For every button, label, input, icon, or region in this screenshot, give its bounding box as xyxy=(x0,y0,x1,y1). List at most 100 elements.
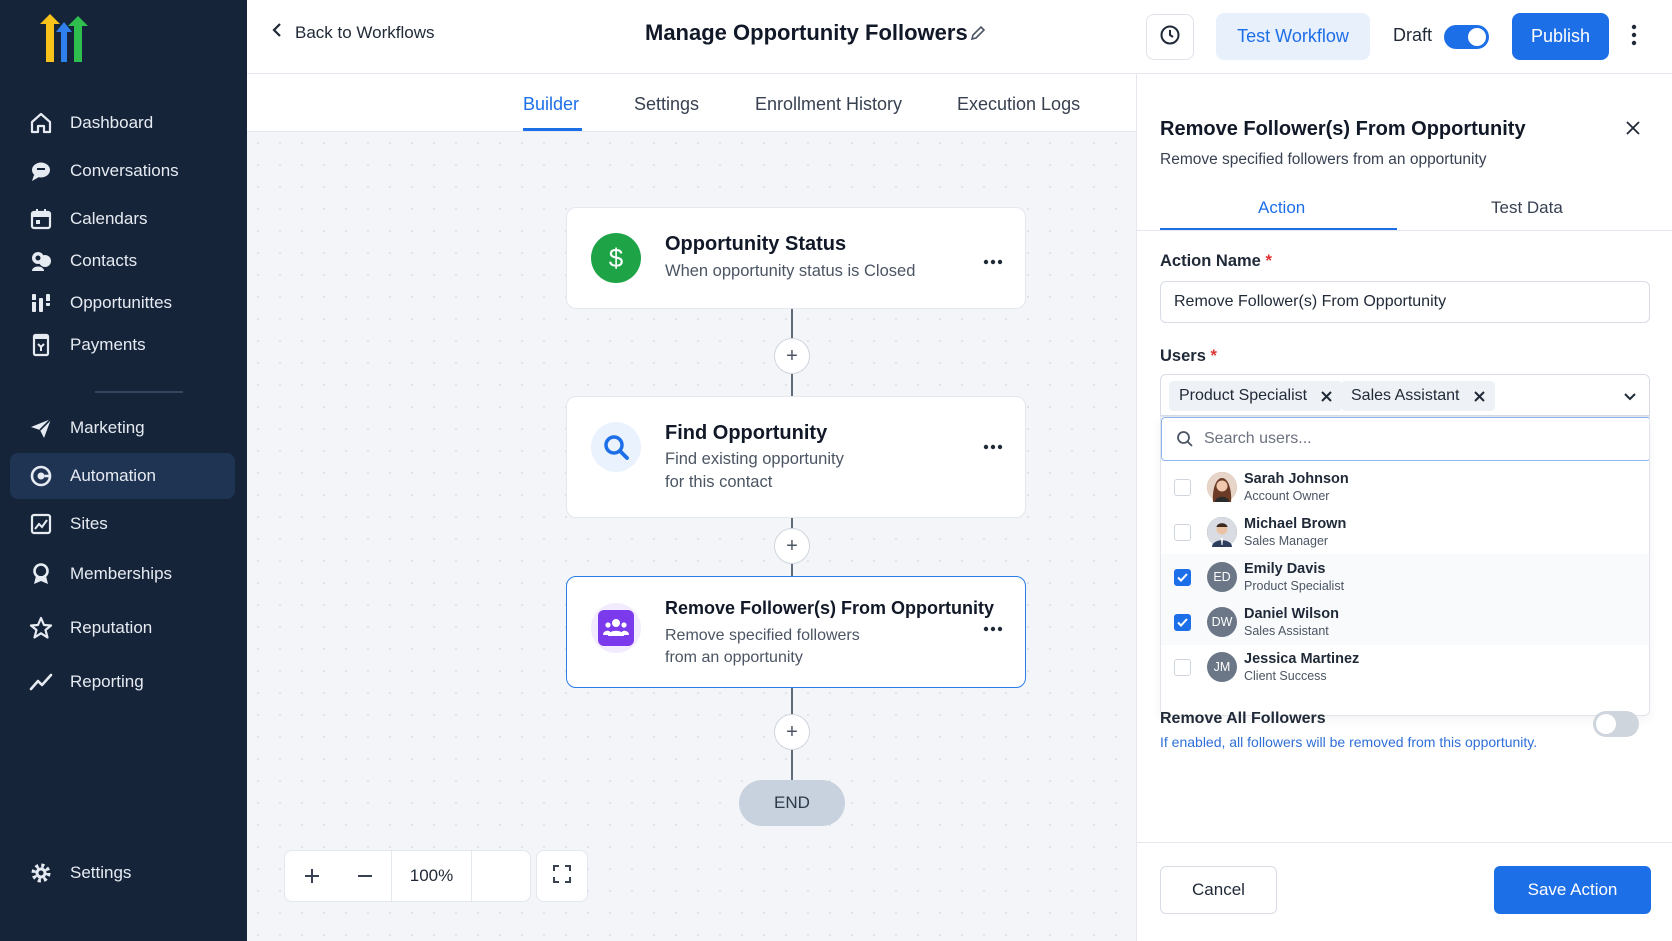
action-node-remove-followers[interactable]: Remove Follower(s) From Opportunity Remo… xyxy=(566,576,1026,688)
user-option[interactable]: Michael Brown Sales Manager xyxy=(1161,509,1649,555)
panel-subtitle: Remove specified followers from an oppor… xyxy=(1160,151,1487,168)
user-role: Sales Assistant xyxy=(1244,624,1329,638)
node-title: Find Opportunity xyxy=(665,422,828,444)
sidebar-item-sites[interactable]: Sites xyxy=(10,501,235,547)
user-checkbox[interactable] xyxy=(1174,658,1191,676)
user-checkbox[interactable] xyxy=(1174,523,1191,541)
back-to-workflows-link[interactable]: Back to Workflows xyxy=(271,22,435,43)
node-description: When opportunity status is Closed xyxy=(665,262,916,280)
close-icon[interactable] xyxy=(1625,120,1641,141)
action-config-panel: Remove Follower(s) From Opportunity Remo… xyxy=(1136,74,1672,941)
sidebar-item-label: Sites xyxy=(70,514,108,533)
chart-line-icon xyxy=(28,669,54,695)
user-option[interactable]: ED Emily Davis Product Specialist xyxy=(1161,554,1649,600)
test-workflow-button[interactable]: Test Workflow xyxy=(1216,13,1370,60)
search-users-input[interactable]: Search users... xyxy=(1161,417,1649,461)
add-step-button[interactable]: + xyxy=(774,714,810,750)
user-name: Sarah Johnson xyxy=(1244,471,1349,487)
node-more-icon[interactable] xyxy=(983,437,1003,455)
gear-icon xyxy=(28,860,54,886)
remove-chip-icon[interactable] xyxy=(1321,390,1332,402)
automation-icon xyxy=(28,463,54,489)
action-node-find-opportunity[interactable]: Find Opportunity Find existing opportuni… xyxy=(566,396,1026,518)
sidebar-item-contacts[interactable]: Contacts xyxy=(10,238,235,284)
add-step-button[interactable]: + xyxy=(774,528,810,564)
publish-button[interactable]: Publish xyxy=(1512,13,1609,60)
sidebar-item-label: Contacts xyxy=(70,251,138,270)
fit-screen-button[interactable] xyxy=(536,850,588,902)
panel-tab-action[interactable]: Action xyxy=(1258,198,1305,218)
sidebar-item-label: Memberships xyxy=(70,564,173,583)
contacts-icon xyxy=(28,248,54,274)
users-label: Users * xyxy=(1160,347,1217,365)
sidebar-item-label: Conversations xyxy=(70,161,179,180)
app-logo[interactable] xyxy=(30,14,98,70)
payments-icon xyxy=(28,332,54,358)
users-multiselect[interactable]: Product Specialist Sales Assistant xyxy=(1160,374,1650,416)
selected-user-chip: Product Specialist xyxy=(1169,381,1343,411)
membership-icon xyxy=(28,561,54,587)
avatar: JM xyxy=(1207,652,1237,682)
zoom-out-button[interactable] xyxy=(338,850,391,902)
user-name: Jessica Martinez xyxy=(1244,651,1360,667)
user-option[interactable]: JM Jessica Martinez Client Success xyxy=(1161,644,1649,690)
node-description-line2: for this contact xyxy=(665,473,773,491)
sidebar-item-memberships[interactable]: Memberships xyxy=(10,551,235,597)
panel-footer-divider xyxy=(1137,842,1672,843)
panel-tab-test-data[interactable]: Test Data xyxy=(1491,198,1563,218)
sidebar-item-automation[interactable]: Automation xyxy=(10,453,235,499)
remove-chip-icon[interactable] xyxy=(1473,390,1485,402)
remove-all-followers-toggle[interactable] xyxy=(1593,711,1639,737)
sidebar-item-conversations[interactable]: Conversations xyxy=(10,148,235,194)
sidebar-item-label: Automation xyxy=(70,466,156,485)
user-name: Michael Brown xyxy=(1244,516,1347,532)
sidebar-item-calendars[interactable]: Calendars xyxy=(10,196,235,242)
sidebar-item-settings[interactable]: Settings xyxy=(10,850,235,896)
sidebar-item-payments[interactable]: Payments xyxy=(10,322,235,368)
sidebar-item-reputation[interactable]: Reputation xyxy=(10,605,235,651)
sidebar-item-dashboard[interactable]: Dashboard xyxy=(10,100,235,146)
sidebar-item-marketing[interactable]: Marketing xyxy=(10,405,235,451)
user-option[interactable]: DW Daniel Wilson Sales Assistant xyxy=(1161,599,1649,645)
search-placeholder: Search users... xyxy=(1204,430,1312,447)
chevron-down-icon[interactable] xyxy=(1623,389,1637,407)
home-icon xyxy=(28,110,54,136)
zoom-in-button[interactable] xyxy=(285,850,338,902)
opportunities-icon xyxy=(28,290,54,316)
sidebar-item-reporting[interactable]: Reporting xyxy=(10,659,235,705)
sidebar-item-label: Reputation xyxy=(70,618,153,637)
tab-builder[interactable]: Builder xyxy=(523,94,579,115)
draft-label: Draft xyxy=(1393,25,1433,45)
tab-enrollment-history[interactable]: Enrollment History xyxy=(755,94,902,115)
chat-icon xyxy=(28,158,54,184)
add-step-button[interactable]: + xyxy=(774,338,810,374)
sidebar-item-opportunities[interactable]: Opportunittes xyxy=(10,280,235,326)
node-more-icon[interactable] xyxy=(983,252,1003,270)
workflow-canvas[interactable]: $ Opportunity Status When opportunity st… xyxy=(247,132,1136,941)
user-checkbox-checked[interactable] xyxy=(1174,613,1191,631)
sidebar-item-label: Settings xyxy=(70,863,132,882)
history-button[interactable] xyxy=(1146,14,1194,60)
clock-icon xyxy=(1159,24,1181,51)
sidebar-item-label: Calendars xyxy=(70,209,148,228)
more-options-icon[interactable] xyxy=(1631,24,1637,51)
star-icon xyxy=(28,615,54,641)
tab-execution-logs[interactable]: Execution Logs xyxy=(957,94,1080,115)
user-option[interactable]: Sarah Johnson Account Owner xyxy=(1161,464,1649,510)
cancel-button[interactable]: Cancel xyxy=(1160,866,1277,914)
pencil-icon[interactable] xyxy=(969,24,987,47)
user-checkbox[interactable] xyxy=(1174,478,1191,496)
user-checkbox-checked[interactable] xyxy=(1174,568,1191,586)
user-role: Product Specialist xyxy=(1244,579,1345,593)
zoom-controls: 100% xyxy=(284,850,588,902)
node-more-icon[interactable] xyxy=(983,619,1003,637)
action-name-input[interactable]: Remove Follower(s) From Opportunity xyxy=(1160,281,1650,323)
trigger-node-opportunity-status[interactable]: $ Opportunity Status When opportunity st… xyxy=(566,207,1026,309)
node-description-line2: from an opportunity xyxy=(665,649,803,666)
draft-toggle[interactable] xyxy=(1444,25,1489,49)
end-node: END xyxy=(739,780,845,826)
avatar xyxy=(1207,517,1237,547)
save-action-button[interactable]: Save Action xyxy=(1494,866,1651,914)
top-bar: Back to Workflows Manage Opportunity Fol… xyxy=(247,0,1672,74)
tab-settings[interactable]: Settings xyxy=(634,94,699,115)
